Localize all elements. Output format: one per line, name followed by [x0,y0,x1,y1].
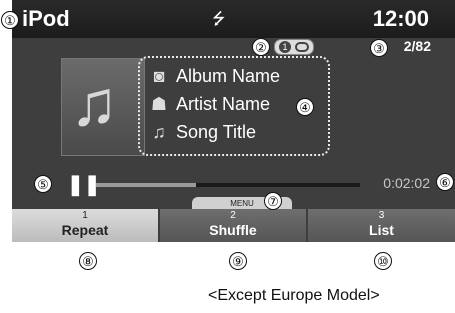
progress-fill [96,183,197,187]
song-row: ♫ Song Title [148,122,256,146]
key-label: Shuffle [209,222,257,238]
usb-icon: ⭍ [212,11,226,28]
album-row: ◙ Album Name [148,66,280,90]
callout-6: ⑥ [436,173,454,191]
model-footnote: <Except Europe Model> [208,287,380,304]
callout-3: ③ [370,39,388,57]
callout-4: ④ [296,98,314,116]
callout-1: ① [1,11,19,29]
callout-2: ② [252,38,270,56]
list-button[interactable]: 3 List [308,209,455,242]
song-title: Song Title [176,122,257,142]
key-number: 2 [230,210,236,221]
callout-8: ⑧ [79,252,97,270]
track-count: 2/82 [403,38,431,54]
repeat-button[interactable]: 1 Repeat [12,209,158,242]
artist-name: Artist Name [176,94,271,114]
artist-row: ☗ Artist Name [148,94,270,118]
callout-10: ⑩ [374,252,392,270]
repeat-loop-icon [295,42,309,52]
callout-7: ⑦ [264,192,282,210]
key-number: 1 [82,210,88,221]
key-label: List [369,222,394,238]
callout-9: ⑨ [229,252,247,270]
status-bar: iPod ⭍ 12:00 [12,0,455,38]
ipod-screen: iPod ⭍ 12:00 1 2/82 ♫ ◙ Album Name ☗ Artis… [12,0,455,242]
album-name: Album Name [176,66,281,86]
callout-5: ⑤ [34,175,52,193]
key-label: Repeat [61,222,109,238]
elapsed-time: 0:02:02 [383,175,430,191]
clock: 12:00 [372,6,429,31]
one-icon: 1 [279,41,291,53]
music-note-icon: ♫ [70,67,118,139]
source-title: iPod [22,6,70,31]
music-note-icon: ♫ [152,122,166,142]
softkey-bar: 1 Repeat 2 Shuffle 3 List [12,209,455,242]
album-icon: ◙ [153,66,165,86]
album-art: ♫ [61,58,145,156]
progress-bar[interactable] [96,183,360,187]
shuffle-button[interactable]: 2 Shuffle [160,209,306,242]
key-number: 3 [378,210,385,221]
artist-icon: ☗ [150,94,168,114]
repeat-mode-icon: 1 [274,39,314,55]
